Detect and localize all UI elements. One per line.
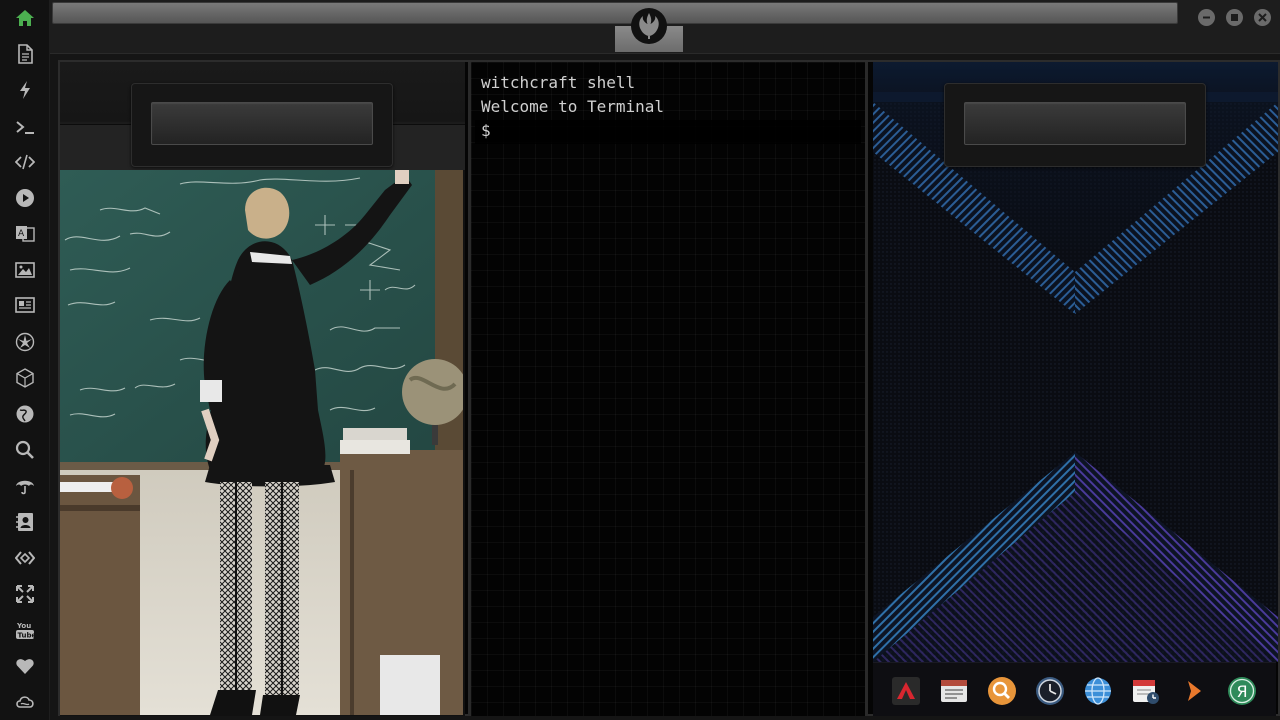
cloud-icon[interactable] (12, 689, 38, 715)
lightning-icon[interactable] (12, 77, 38, 103)
youtube-icon[interactable]: You Tube (12, 617, 38, 643)
expand-icon[interactable] (12, 581, 38, 607)
minimize-icon (1203, 16, 1210, 19)
yandex-icon[interactable]: Я (1227, 676, 1257, 706)
terminal-title: witchcraft shell (481, 73, 636, 92)
terminal-prompt-row[interactable] (475, 120, 861, 144)
left-search-input[interactable] (151, 102, 373, 145)
svg-text:You: You (16, 622, 31, 630)
clock-icon[interactable] (1035, 676, 1065, 706)
newspaper-icon[interactable] (12, 292, 38, 318)
address-bar[interactable] (52, 2, 1178, 24)
umbrella-icon[interactable] (12, 473, 38, 499)
app-launcher-icon[interactable] (891, 676, 921, 706)
svg-text:Tube: Tube (18, 632, 36, 640)
svg-text:Я: Я (1237, 682, 1248, 701)
code-icon[interactable] (12, 149, 38, 175)
search-icon[interactable] (12, 437, 38, 463)
title-bar (50, 0, 1280, 54)
maximize-button[interactable] (1226, 9, 1243, 26)
diamond-code-icon[interactable] (12, 545, 38, 571)
rebel-alliance-icon[interactable] (12, 329, 38, 355)
right-panel (873, 62, 1278, 662)
image-icon[interactable] (12, 257, 38, 283)
close-icon (1258, 13, 1267, 22)
play-icon[interactable] (12, 185, 38, 211)
app-dock: Я (873, 662, 1276, 716)
terminal-welcome: Welcome to Terminal (481, 97, 665, 116)
classroom-wallpaper (60, 170, 463, 715)
maximize-icon (1231, 14, 1238, 21)
terminal-prompt: $ (481, 121, 491, 140)
left-search-panel (131, 83, 393, 167)
right-search-panel (944, 83, 1206, 167)
heart-icon[interactable] (12, 653, 38, 679)
arrow-app-icon[interactable] (1179, 676, 1209, 706)
terminal-panel[interactable]: witchcraft shell Welcome to Terminal $ (468, 62, 868, 716)
close-button[interactable] (1254, 9, 1271, 26)
globe-icon[interactable] (12, 401, 38, 427)
translate-icon[interactable]: A (12, 220, 38, 246)
svg-text:A: A (18, 229, 25, 239)
home-icon[interactable] (12, 5, 38, 31)
minimize-button[interactable] (1198, 9, 1215, 26)
right-search-input[interactable] (964, 102, 1186, 145)
icon-sidebar: A You Tube (0, 0, 50, 720)
rebel-alliance-logo (631, 8, 667, 44)
terminal-icon[interactable] (12, 114, 38, 140)
calendar-clock-icon[interactable] (1131, 676, 1161, 706)
cube-icon[interactable] (12, 365, 38, 391)
calendar-news-icon[interactable] (939, 676, 969, 706)
document-icon[interactable] (12, 41, 38, 67)
contacts-icon[interactable] (12, 509, 38, 535)
search-app-icon[interactable] (987, 676, 1017, 706)
browser-globe-icon[interactable] (1083, 676, 1113, 706)
